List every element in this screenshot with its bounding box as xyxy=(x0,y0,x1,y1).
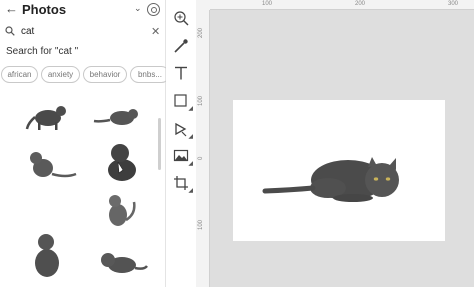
eyedropper-icon[interactable] xyxy=(173,38,189,54)
zoom-in-icon[interactable] xyxy=(173,10,189,26)
cat-photo-6[interactable] xyxy=(25,225,69,281)
cat-photo-5[interactable] xyxy=(98,190,142,230)
chip-more[interactable]: bnbs... xyxy=(130,66,166,83)
ruler-left-label: 200 xyxy=(198,27,204,38)
ruler-top-label: 200 xyxy=(355,1,366,7)
chevron-down-icon[interactable]: ⌄ xyxy=(134,3,142,14)
ruler-top: 100 200 300 xyxy=(210,0,474,10)
artboard[interactable] xyxy=(233,100,445,241)
photo-grid xyxy=(0,90,166,287)
toolbar: ◢ ◢ ◢ ◢ xyxy=(166,0,196,287)
scrollbar-thumb[interactable] xyxy=(158,118,161,170)
panel-scrollbar[interactable] xyxy=(158,90,162,287)
ruler-left-label: 100 xyxy=(198,95,204,106)
search-icon xyxy=(5,26,15,36)
text-icon[interactable] xyxy=(173,65,189,81)
crop-icon[interactable]: ◢ xyxy=(173,175,193,194)
cat-photo-7[interactable] xyxy=(88,240,148,280)
arrow-left-icon[interactable]: ← xyxy=(5,2,18,16)
ruler-top-label: 300 xyxy=(448,1,459,7)
image-icon[interactable]: ◢ xyxy=(173,148,193,167)
ruler-left-label: 0 xyxy=(198,156,204,160)
ruler-top-label: 100 xyxy=(262,1,273,7)
panel-header: ← Photos ⌄ xyxy=(0,0,166,20)
canvas-area[interactable] xyxy=(210,10,474,287)
photos-panel: ← Photos ⌄ cat ✕ Search for "cat " afric… xyxy=(0,0,166,287)
cat-photo-4[interactable] xyxy=(95,140,145,184)
chip-behavior[interactable]: behavior xyxy=(83,66,127,83)
cat-photo-1[interactable] xyxy=(18,96,78,136)
fill-icon[interactable]: ◢ xyxy=(173,121,193,140)
tag-chips: african anxiety behavior bnbs... xyxy=(0,66,166,84)
search-bar[interactable]: cat ✕ xyxy=(0,25,166,41)
rectangle-icon[interactable]: ◢ xyxy=(173,93,193,112)
panel-title: Photos xyxy=(22,2,67,17)
chip-african[interactable]: african xyxy=(1,66,38,83)
app-window: ← Photos ⌄ cat ✕ Search for "cat " afric… xyxy=(0,0,474,287)
close-icon[interactable]: ✕ xyxy=(151,25,160,39)
ruler-left-label: 100 xyxy=(198,219,204,230)
ruler-left: 200 100 0 100 xyxy=(196,10,210,287)
search-input[interactable]: cat xyxy=(21,25,34,39)
cat-photo-3[interactable] xyxy=(18,144,78,184)
ruler-corner xyxy=(196,0,210,10)
placed-cat-image[interactable] xyxy=(233,100,445,241)
chip-anxiety[interactable]: anxiety xyxy=(41,66,80,83)
search-for-suggestion[interactable]: Search for "cat " xyxy=(6,46,78,58)
cat-photo-2[interactable] xyxy=(88,96,148,136)
gear-icon[interactable] xyxy=(147,3,160,16)
